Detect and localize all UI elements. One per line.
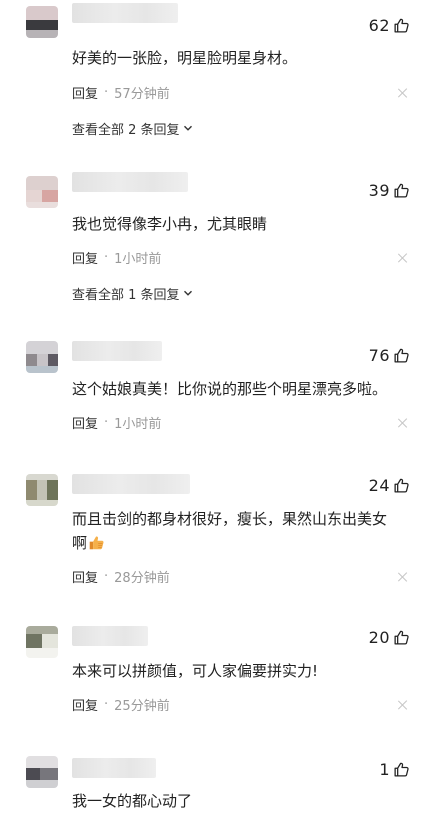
comment-text: 本来可以拼颜值，可人家偏要拼实力! xyxy=(72,662,319,680)
close-icon[interactable] xyxy=(398,253,408,263)
meta-separator: · xyxy=(104,249,109,265)
close-icon[interactable] xyxy=(398,700,408,710)
thumbs-up-outline-icon xyxy=(394,478,409,493)
close-icon[interactable] xyxy=(398,418,408,428)
thumbs-up-outline-icon xyxy=(394,762,409,777)
like-button[interactable]: 76 xyxy=(369,344,410,366)
thumbs-up-outline-icon xyxy=(394,348,409,363)
comment-text: 好美的一张脸，明星脸明星身材。 xyxy=(72,49,298,67)
username-blurred[interactable] xyxy=(72,626,148,646)
like-count: 1 xyxy=(379,759,390,779)
like-button[interactable]: 39 xyxy=(369,179,410,201)
comment-text: 而且击剑的都身材很好，瘦长，果然山东出美女 啊 xyxy=(72,507,412,555)
thumbs-up-outline-icon xyxy=(394,630,409,645)
like-button[interactable]: 62 xyxy=(369,14,410,36)
chevron-down-icon xyxy=(183,125,192,131)
comment-text-line2: 啊 xyxy=(72,534,88,552)
meta-separator: · xyxy=(104,568,109,584)
comment-meta: 回复 · 57分钟前 xyxy=(72,82,170,102)
comment-meta: 回复 · 1小时前 xyxy=(72,412,161,432)
username-blurred[interactable] xyxy=(72,758,156,778)
avatar[interactable] xyxy=(26,626,58,658)
reply-button[interactable]: 回复 xyxy=(72,567,98,586)
username-blurred[interactable] xyxy=(72,3,178,23)
username-blurred[interactable] xyxy=(72,172,188,192)
comment-meta: 回复 · 25分钟前 xyxy=(72,694,170,714)
comment-meta: 回复 · 1小时前 xyxy=(72,247,161,267)
reply-button[interactable]: 回复 xyxy=(72,83,98,102)
close-icon[interactable] xyxy=(398,572,408,582)
chevron-down-icon xyxy=(183,290,192,296)
meta-separator: · xyxy=(104,84,109,100)
comment-time: 57分钟前 xyxy=(114,86,170,102)
like-count: 76 xyxy=(368,345,390,365)
avatar[interactable] xyxy=(26,6,58,38)
username-blurred[interactable] xyxy=(72,474,190,494)
comment-time: 1小时前 xyxy=(114,251,162,267)
view-all-replies-label: 查看全部 1 条回复 xyxy=(72,287,180,303)
meta-separator: · xyxy=(104,414,109,430)
thumbs-up-outline-icon xyxy=(394,183,409,198)
comment-time: 25分钟前 xyxy=(114,698,170,714)
view-all-replies-label: 查看全部 2 条回复 xyxy=(72,122,180,138)
comment-text: 这个姑娘真美！比你说的那些个明星漂亮多啦。 xyxy=(72,380,388,398)
comment-text-line1: 而且击剑的都身材很好，瘦长，果然山东出美女 xyxy=(72,510,388,528)
like-count: 20 xyxy=(368,627,390,647)
like-button[interactable]: 1 xyxy=(379,758,410,780)
comment-text: 我一女的都心动了 xyxy=(72,792,193,810)
reply-button[interactable]: 回复 xyxy=(72,695,98,714)
comment-text: 我也觉得像李小冉，尤其眼睛 xyxy=(72,215,268,233)
thumbs-up-emoji-icon xyxy=(89,536,104,550)
avatar[interactable] xyxy=(26,176,58,208)
reply-button[interactable]: 回复 xyxy=(72,413,98,432)
like-button[interactable]: 20 xyxy=(369,626,410,648)
like-count: 62 xyxy=(368,15,390,35)
like-button[interactable]: 24 xyxy=(369,474,410,496)
meta-separator: · xyxy=(104,696,109,712)
avatar[interactable] xyxy=(26,756,58,788)
comment-time: 1小时前 xyxy=(114,416,162,432)
avatar[interactable] xyxy=(26,341,58,373)
like-count: 24 xyxy=(368,475,390,495)
comment-meta: 回复 · 28分钟前 xyxy=(72,566,170,586)
thumbs-up-outline-icon xyxy=(394,18,409,33)
comment-time: 28分钟前 xyxy=(114,570,170,586)
like-count: 39 xyxy=(368,180,390,200)
view-all-replies-button[interactable]: 查看全部 2 条回复 xyxy=(72,118,194,138)
reply-button[interactable]: 回复 xyxy=(72,248,98,267)
close-icon[interactable] xyxy=(398,88,408,98)
username-blurred[interactable] xyxy=(72,341,162,361)
view-all-replies-button[interactable]: 查看全部 1 条回复 xyxy=(72,283,194,303)
avatar[interactable] xyxy=(26,474,58,506)
